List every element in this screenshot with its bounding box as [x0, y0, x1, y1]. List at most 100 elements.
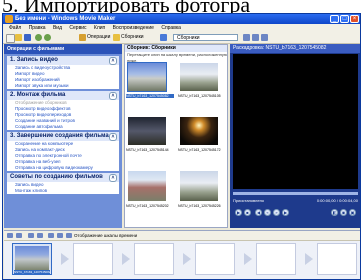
task-section-title[interactable]: Советы по созданию фильмов ˄ [7, 173, 119, 182]
task-link[interactable]: Импорт звука или музыки [7, 83, 119, 89]
zoom-in-icon[interactable] [28, 233, 34, 238]
menu-play[interactable]: Воспроизведение [113, 25, 154, 31]
menu-bar: Файл Правка Вид Сервис Клип Воспроизведе… [3, 24, 360, 32]
storyboard-frame[interactable] [134, 243, 174, 275]
split-clip-icon[interactable]: ◧ [331, 209, 338, 216]
rewind-storyboard-icon[interactable] [48, 233, 54, 238]
play-storyboard-icon[interactable] [57, 233, 63, 238]
seek-bar[interactable] [233, 192, 358, 195]
preview-monitor: Раскадровка: NSTU_b7163_1207545082 Приос… [230, 44, 360, 228]
app-icon [5, 15, 13, 23]
task-section-title[interactable]: 1. Запись видео ˄ [7, 56, 119, 65]
operations-button[interactable]: Операции [87, 33, 110, 42]
redo-icon[interactable] [44, 34, 51, 41]
collapse-icon[interactable]: ˄ [109, 92, 117, 100]
task-pane: Операции с фильмами 1. Запись видео ˄ Зап… [4, 44, 122, 228]
toolbar: Операции Сборники Сборники [3, 32, 360, 44]
clip-label[interactable]: NSTU_b7163_1207545202 [126, 204, 174, 208]
task-section-capture: 1. Запись видео ˄ Запись с видеоустройств… [7, 56, 119, 89]
task-pane-header: Операции с фильмами [4, 44, 122, 54]
show-timeline-label[interactable]: Отображение шкалы времени [74, 231, 137, 240]
transition-slot[interactable] [305, 253, 313, 265]
forward-icon[interactable]: » [273, 209, 280, 216]
clip-thumbnail[interactable] [180, 63, 218, 91]
frame-caption: NSTU_b7163_1207545082 [14, 270, 50, 274]
clip-label[interactable]: NSTU_b7163_1207545172 [178, 148, 226, 152]
clip-thumbnail[interactable] [128, 117, 166, 145]
movie-maker-window: Без имени - Windows Movie Maker _ □ × Фа… [2, 13, 361, 280]
clip-thumbnail[interactable] [180, 117, 218, 145]
collapse-icon[interactable]: ˄ [109, 57, 117, 65]
preview-screen [233, 54, 358, 189]
clip-label[interactable]: NSTU_b7163_1207545144 [126, 148, 174, 152]
storyboard-frame[interactable]: NSTU_b7163_1207545082 [12, 243, 52, 275]
previous-frame-icon[interactable]: ◀ [255, 209, 262, 216]
frame-thumbnail [15, 246, 49, 270]
minimize-button[interactable]: _ [330, 15, 339, 23]
close-button[interactable]: × [350, 15, 359, 23]
task-section-title[interactable]: 3. Завершение создания фильма ˄ [7, 132, 119, 141]
collapse-icon[interactable]: ˄ [109, 174, 117, 182]
title-bar: Без имени - Windows Movie Maker _ □ × [3, 14, 360, 24]
transition-slot[interactable] [61, 253, 69, 265]
playback-status: Приостановлено 0:00:00,00 / 0:00:04,00 [233, 196, 358, 205]
storyboard-frame[interactable] [256, 243, 296, 275]
menu-file[interactable]: Файл [9, 25, 21, 31]
clip-label[interactable]: NSTU_b7163_1207545105 [178, 94, 226, 98]
playback-time: 0:00:00,00 / 0:00:04,00 [316, 198, 358, 203]
clip-thumbnail[interactable] [128, 171, 166, 201]
storyboard-toolbar: Отображение шкалы времени [4, 231, 360, 241]
clip-label[interactable]: NSTU_b7163_1207545226 [178, 204, 226, 208]
transition-slot[interactable] [122, 253, 130, 265]
window-title: Без имени - Windows Movie Maker [15, 16, 116, 22]
task-link[interactable]: Отправка на цифровую видеокамеру [7, 165, 119, 171]
show-timeline-icon[interactable] [66, 233, 72, 238]
transition-slot[interactable] [183, 253, 191, 265]
collections-button[interactable]: Сборники [121, 33, 144, 42]
collection-select[interactable]: Сборники [173, 34, 238, 41]
clip-thumbnail[interactable] [180, 171, 218, 201]
menu-edit[interactable]: Правка [29, 25, 46, 31]
collections-icon[interactable] [113, 34, 120, 41]
play-icon[interactable]: ▶ [235, 209, 242, 216]
stop-icon[interactable]: ■ [244, 209, 251, 216]
task-section-title[interactable]: 2. Монтаж фильма ˄ [7, 91, 119, 100]
storyboard-frame[interactable] [195, 243, 235, 275]
menu-clip[interactable]: Клип [94, 25, 105, 31]
collections-pane: Сборник: Сборники Перетащите клип на шка… [124, 44, 228, 228]
storyboard-frame[interactable] [73, 243, 113, 275]
zoom-out-icon[interactable] [37, 233, 43, 238]
fullscreen-icon[interactable]: ▣ [349, 209, 356, 216]
task-link[interactable]: Монтаж клипов [7, 188, 119, 194]
rewind-icon[interactable]: « [264, 209, 271, 216]
new-folder-icon[interactable] [252, 34, 259, 41]
monitor-title: Раскадровка: NSTU_b7163_1207545082 [230, 44, 360, 53]
next-frame-icon[interactable]: ▶ [282, 209, 289, 216]
menu-help[interactable]: Справка [161, 25, 181, 31]
collection-title: Сборник: Сборники [125, 45, 227, 52]
undo-icon[interactable] [35, 34, 42, 41]
snapshot-icon[interactable]: ◉ [340, 209, 347, 216]
save-icon[interactable] [24, 34, 31, 41]
timeline-toggle-icon[interactable] [7, 233, 13, 238]
storyboard: Отображение шкалы времени NSTU_b7163_120… [4, 230, 360, 279]
task-section-tips: Советы по созданию фильмов ˄ Запись видео… [7, 173, 119, 194]
narrate-icon[interactable] [16, 233, 22, 238]
clip-label[interactable]: NSTU_b7163_1207545082 [126, 94, 174, 98]
maximize-button[interactable]: □ [340, 15, 349, 23]
clip-thumbnail[interactable] [127, 62, 167, 92]
task-section-finish: 3. Завершение создания фильма ˄ Сохранени… [7, 132, 119, 171]
open-project-icon[interactable] [15, 34, 22, 41]
transition-slot[interactable] [244, 253, 252, 265]
menu-view[interactable]: Вид [53, 25, 62, 31]
task-link[interactable]: Создание автофильма [7, 124, 119, 130]
collapse-icon[interactable]: ˄ [109, 133, 117, 141]
playback-state: Приостановлено [233, 198, 265, 203]
new-project-icon[interactable] [6, 34, 15, 43]
storyboard-frame[interactable] [317, 243, 357, 275]
menu-tools[interactable]: Сервис [69, 25, 86, 31]
views-icon[interactable] [261, 34, 268, 41]
task-section-edit: 2. Монтаж фильма ˄ Отображение сборников … [7, 91, 119, 130]
tasks-icon[interactable] [79, 34, 86, 41]
up-folder-icon[interactable] [243, 34, 250, 41]
